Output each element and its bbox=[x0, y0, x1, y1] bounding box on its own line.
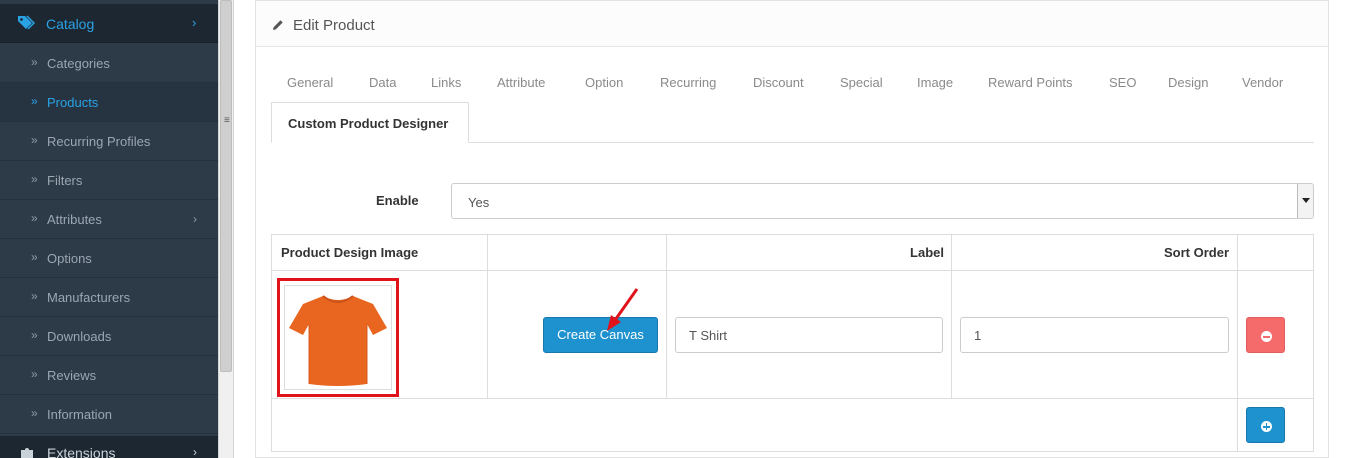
enable-select[interactable]: Yes bbox=[451, 183, 1314, 219]
sidebar-item-products[interactable]: » Products bbox=[0, 83, 218, 122]
double-chevron-icon: » bbox=[31, 250, 38, 264]
sidebar-item-label: Options bbox=[47, 251, 92, 266]
sidebar-item-label: Recurring Profiles bbox=[47, 134, 151, 149]
double-chevron-icon: » bbox=[31, 289, 38, 303]
tab-option[interactable]: Option bbox=[585, 75, 623, 90]
product-image-highlight bbox=[277, 278, 399, 397]
sidebar-item-attributes[interactable]: » Attributes › bbox=[0, 200, 218, 239]
plus-circle-icon bbox=[1261, 421, 1272, 432]
sidebar-scrollbar[interactable]: ≡ bbox=[218, 0, 234, 458]
column-divider bbox=[951, 235, 952, 398]
page-title: Edit Product bbox=[293, 17, 375, 34]
col-header-label: Label bbox=[910, 245, 944, 260]
double-chevron-icon: » bbox=[31, 133, 38, 147]
row-divider bbox=[272, 398, 1313, 399]
tab-design[interactable]: Design bbox=[1168, 75, 1208, 90]
enable-select-value: Yes bbox=[468, 195, 490, 210]
sidebar-item-label: Categories bbox=[47, 56, 110, 71]
tab-data[interactable]: Data bbox=[369, 75, 396, 90]
sidebar-item-recurring-profiles[interactable]: » Recurring Profiles bbox=[0, 122, 218, 161]
tab-general[interactable]: General bbox=[287, 75, 333, 90]
double-chevron-icon: » bbox=[31, 406, 38, 420]
sidebar-item-label: Downloads bbox=[47, 329, 112, 344]
tag-icon bbox=[18, 15, 35, 30]
product-design-image[interactable] bbox=[284, 285, 392, 390]
sidebar-item-manufacturers[interactable]: » Manufacturers bbox=[0, 278, 218, 317]
tab-recurring[interactable]: Recurring bbox=[660, 75, 716, 90]
tab-custom-product-designer[interactable]: Custom Product Designer bbox=[271, 102, 469, 143]
sidebar: Catalog › » Categories » Products » Recu… bbox=[0, 0, 218, 458]
tab-image[interactable]: Image bbox=[917, 75, 953, 90]
sidebar-item-downloads[interactable]: » Downloads bbox=[0, 317, 218, 356]
tab-discount[interactable]: Discount bbox=[753, 75, 804, 90]
sidebar-extensions[interactable]: Extensions › bbox=[0, 436, 218, 458]
double-chevron-icon: » bbox=[31, 211, 38, 225]
minus-circle-icon bbox=[1261, 331, 1272, 342]
sidebar-item-label: Information bbox=[47, 407, 113, 422]
tab-vendor[interactable]: Vendor bbox=[1242, 75, 1283, 90]
enable-label: Enable bbox=[376, 193, 419, 208]
sidebar-extensions-label: Extensions bbox=[47, 445, 116, 458]
sidebar-item-reviews[interactable]: » Reviews bbox=[0, 356, 218, 395]
sidebar-item-label: Filters bbox=[47, 173, 83, 188]
sidebar-item-categories[interactable]: » Categories bbox=[0, 44, 218, 83]
sidebar-item-label: Products bbox=[47, 95, 99, 110]
sidebar-item-label: Reviews bbox=[47, 368, 97, 383]
tshirt-icon bbox=[289, 295, 387, 386]
tab-links[interactable]: Links bbox=[431, 75, 461, 90]
double-chevron-icon: » bbox=[31, 94, 38, 108]
add-row-button[interactable] bbox=[1246, 407, 1285, 443]
pencil-icon bbox=[273, 20, 283, 30]
double-chevron-icon: » bbox=[31, 367, 38, 381]
column-divider bbox=[666, 235, 667, 398]
app-window: Catalog › » Categories » Products » Recu… bbox=[0, 0, 1349, 458]
chevron-right-icon: › bbox=[192, 15, 197, 30]
sidebar-catalog[interactable]: Catalog › bbox=[0, 4, 218, 43]
col-header-image: Product Design Image bbox=[281, 245, 419, 260]
col-header-sort-order: Sort Order bbox=[1163, 245, 1229, 260]
edit-product-panel: Edit Product General Data Links Attribut… bbox=[255, 0, 1329, 458]
header-divider bbox=[272, 270, 1313, 271]
sidebar-item-label: Attributes bbox=[47, 212, 102, 227]
annotation-arrow-icon bbox=[607, 288, 639, 331]
page-scroll-gutter bbox=[1330, 0, 1349, 458]
tab-reward-points[interactable]: Reward Points bbox=[988, 75, 1073, 90]
sort-order-input-value: 1 bbox=[974, 328, 982, 343]
sidebar-item-information[interactable]: » Information bbox=[0, 395, 218, 434]
double-chevron-icon: » bbox=[31, 55, 38, 69]
chevron-right-icon: › bbox=[193, 212, 197, 226]
dropdown-arrow-icon[interactable] bbox=[1297, 184, 1313, 218]
puzzle-icon bbox=[21, 448, 33, 458]
remove-row-button[interactable] bbox=[1246, 317, 1285, 353]
chevron-right-icon: › bbox=[193, 445, 197, 458]
tab-special[interactable]: Special bbox=[840, 75, 883, 90]
column-divider bbox=[487, 235, 488, 398]
label-input-value: T Shirt bbox=[689, 328, 728, 343]
label-input[interactable]: T Shirt bbox=[675, 317, 943, 353]
tab-label: Custom Product Designer bbox=[288, 116, 449, 131]
scrollbar-thumb[interactable]: ≡ bbox=[220, 0, 232, 372]
double-chevron-icon: » bbox=[31, 328, 38, 342]
sidebar-item-options[interactable]: » Options bbox=[0, 239, 218, 278]
panel-heading: Edit Product bbox=[256, 1, 1328, 47]
grip-icon: ≡ bbox=[224, 115, 230, 126]
sidebar-item-label: Manufacturers bbox=[47, 290, 131, 305]
sort-order-input[interactable]: 1 bbox=[960, 317, 1229, 353]
tab-seo[interactable]: SEO bbox=[1109, 75, 1136, 90]
design-image-table: Product Design Image Label Sort Order Cr… bbox=[271, 234, 1314, 452]
column-divider bbox=[1237, 235, 1238, 451]
sidebar-catalog-label: Catalog bbox=[46, 16, 95, 32]
sidebar-item-filters[interactable]: » Filters bbox=[0, 161, 218, 200]
double-chevron-icon: » bbox=[31, 172, 38, 186]
tab-attribute[interactable]: Attribute bbox=[497, 75, 545, 90]
